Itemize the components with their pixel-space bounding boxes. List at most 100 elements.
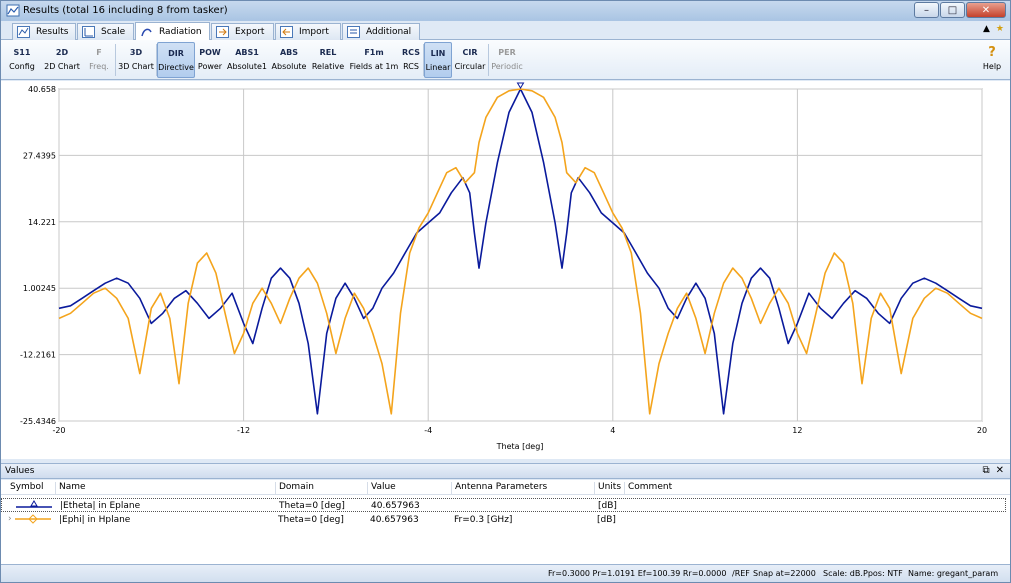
row-name: |Ephi| in Hplane <box>59 515 131 525</box>
periodic-button[interactable]: PER Periodic <box>489 42 525 78</box>
circular-label: Circular <box>454 62 486 71</box>
row-units: [dB] <box>598 501 617 511</box>
col-name[interactable]: Name <box>55 482 86 495</box>
values-panel-header: Values ⧉ ✕ <box>1 463 1010 479</box>
x-tick-label: 12 <box>792 426 802 435</box>
relative-icon: REL <box>319 47 337 57</box>
status-snap: Snap at=22000 <box>753 569 816 578</box>
col-antenna-parameters[interactable]: Antenna Parameters <box>451 482 547 495</box>
power-icon: POW <box>199 47 221 57</box>
freq-label: Freq. <box>89 62 109 71</box>
collapse-ribbon-icon[interactable]: ▲ <box>983 24 990 34</box>
help-small-icon[interactable]: ★ <box>996 24 1004 34</box>
close-icon[interactable]: ✕ <box>966 2 1006 18</box>
3d-chart-label: 3D Chart <box>118 62 154 71</box>
col-symbol[interactable]: Symbol <box>7 482 44 495</box>
radiation-icon <box>141 28 152 37</box>
x-axis-label: Theta [deg] <box>496 442 544 451</box>
x-tick-label: -12 <box>237 426 250 435</box>
tab-export[interactable]: Export <box>211 23 274 40</box>
export-icon <box>216 26 229 38</box>
results-window: Results (total 16 including 8 from taske… <box>0 0 1011 583</box>
tab-radiation[interactable]: Radiation <box>135 22 210 41</box>
radiation-chart[interactable]: 40.658 27.4395 14.221 1.00245 -12.2161 -25.43… <box>1 81 1010 459</box>
directive-button[interactable]: DIR Directive <box>157 42 195 78</box>
additional-icon <box>347 26 360 38</box>
absolute-icon: ABS <box>279 47 299 57</box>
status-ppos: Ppos: NTF <box>863 569 903 578</box>
import-icon <box>280 26 293 38</box>
table-row[interactable]: |Etheta| in Eplane Theta=0 [deg] 40.6579… <box>1 498 1006 512</box>
tab-additional[interactable]: Additional <box>342 23 420 40</box>
col-units[interactable]: Units <box>594 482 621 495</box>
table-row[interactable]: › |Ephi| in Hplane Theta=0 [deg] 40.6579… <box>1 513 1006 527</box>
close-panel-icon[interactable]: ✕ <box>996 465 1004 476</box>
maximize-icon[interactable]: □ <box>940 2 965 18</box>
x-tick-label: 20 <box>977 426 987 435</box>
tab-label: Radiation <box>159 27 202 37</box>
y-tick-label: -25.4346 <box>20 417 56 426</box>
tab-label: Import <box>299 27 329 37</box>
periodic-label: Periodic <box>491 62 523 71</box>
3d-chart-icon: 3D <box>129 47 143 57</box>
directive-label: Directive <box>158 63 194 72</box>
x-tick-label: -20 <box>52 426 65 435</box>
ribbon-separator <box>115 44 116 76</box>
absolute1-button[interactable]: ABS1 Absolute1 <box>225 42 269 78</box>
status-scale: Scale: dB. <box>823 569 863 578</box>
rcs-button[interactable]: RCS RCS <box>400 42 422 78</box>
row-domain: Theta=0 [deg] <box>279 501 345 511</box>
status-ref: /REF <box>732 569 750 578</box>
col-comment[interactable]: Comment <box>624 482 672 495</box>
circular-button[interactable]: CIR Circular <box>454 42 486 78</box>
series-line-2[interactable] <box>58 88 983 415</box>
absolute1-label: Absolute1 <box>226 62 268 71</box>
linear-icon: LIN <box>430 48 446 58</box>
radiation-chart-area[interactable]: 40.658 27.4395 14.221 1.00245 -12.2161 -25.43… <box>1 81 1010 459</box>
freq-button[interactable]: F Freq. <box>85 42 113 78</box>
row-domain: Theta=0 [deg] <box>278 515 344 525</box>
row-value: 40.657963 <box>370 515 419 525</box>
help-label: Help <box>982 62 1002 71</box>
series-symbol-icon <box>15 514 51 524</box>
config-button[interactable]: S11 Config <box>5 42 39 78</box>
tab-label: Export <box>235 27 265 37</box>
rcs-icon: RCS <box>402 47 420 57</box>
fields-at-1m-button[interactable]: F1m Fields at 1m <box>349 42 399 78</box>
float-panel-icon[interactable]: ⧉ <box>982 465 989 476</box>
2d-chart-icon: 2D <box>55 47 69 57</box>
scale-icon <box>82 26 95 38</box>
y-tick-label: 14.221 <box>28 218 56 227</box>
rcs-label: RCS <box>403 62 419 71</box>
tab-label: Additional <box>366 27 412 37</box>
window-title: Results (total 16 including 8 from taske… <box>23 5 228 16</box>
row-units: [dB] <box>597 515 616 525</box>
periodic-icon: PER <box>498 47 516 57</box>
absolute1-icon: ABS1 <box>235 47 259 57</box>
row-expand-icon[interactable]: › <box>8 514 12 524</box>
help-icon: ? <box>988 44 996 60</box>
help-button[interactable]: ? Help <box>980 42 1004 78</box>
values-panel-title: Values <box>5 466 35 476</box>
tab-import[interactable]: Import <box>275 23 341 40</box>
tab-scale[interactable]: Scale <box>77 23 134 40</box>
absolute-button[interactable]: ABS Absolute <box>271 42 307 78</box>
power-button[interactable]: POW Power <box>197 42 223 78</box>
2d-chart-button[interactable]: 2D 2D Chart <box>41 42 83 78</box>
minimize-icon[interactable]: – <box>914 2 939 18</box>
series-line-1[interactable] <box>58 88 983 415</box>
col-value[interactable]: Value <box>367 482 396 495</box>
config-label: Config <box>9 62 35 71</box>
3d-chart-button[interactable]: 3D 3D Chart <box>117 42 155 78</box>
tab-results[interactable]: Results <box>12 23 76 40</box>
status-bar: Fr=0.3000 Pr=1.0191 Ef=100.39 Rr=0.0000 … <box>1 564 1010 582</box>
circular-icon: CIR <box>462 47 478 57</box>
col-domain[interactable]: Domain <box>275 482 314 495</box>
linear-button[interactable]: LIN Linear <box>424 42 452 78</box>
y-tick-label: 1.00245 <box>23 284 56 293</box>
tab-label: Scale <box>101 27 126 37</box>
x-tick-labels: -20 -12 -4 4 12 20 <box>52 426 987 435</box>
chart-series <box>58 82 983 415</box>
relative-button[interactable]: REL Relative <box>309 42 347 78</box>
app-icon <box>6 4 20 17</box>
